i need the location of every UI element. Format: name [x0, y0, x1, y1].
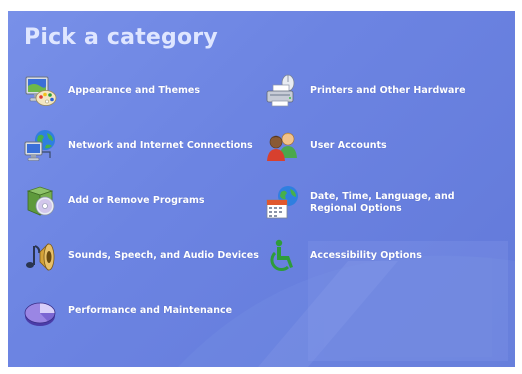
- add-remove-programs-icon: [22, 183, 58, 219]
- accessibility-icon: [264, 238, 300, 274]
- category-label: Performance and Maintenance: [68, 305, 233, 316]
- category-network-internet[interactable]: Network and Internet Connections: [22, 128, 253, 164]
- category-accessibility[interactable]: Accessibility Options: [264, 238, 422, 274]
- category-label: Date, Time, Language, and Regional Optio…: [310, 191, 455, 214]
- category-performance-maintenance[interactable]: Performance and Maintenance: [22, 293, 232, 329]
- category-label: User Accounts: [310, 140, 387, 151]
- network-internet-icon: [22, 128, 58, 164]
- category-label: Printers and Other Hardware: [310, 85, 466, 96]
- page-title: Pick a category: [24, 25, 218, 50]
- category-label: Sounds, Speech, and Audio Devices: [68, 250, 259, 261]
- category-label: Accessibility Options: [310, 250, 422, 261]
- category-user-accounts[interactable]: User Accounts: [264, 128, 387, 164]
- printers-hardware-icon: [264, 73, 300, 109]
- category-panel: Pick a category Appearance and Themes Ne…: [8, 11, 515, 367]
- user-accounts-icon: [264, 128, 300, 164]
- category-date-time-regional[interactable]: Date, Time, Language, and Regional Optio…: [264, 185, 500, 221]
- date-time-regional-icon: [264, 185, 300, 221]
- category-add-remove-programs[interactable]: Add or Remove Programs: [22, 183, 205, 219]
- appearance-themes-icon: [22, 73, 58, 109]
- category-appearance-themes[interactable]: Appearance and Themes: [22, 73, 200, 109]
- category-printers-hardware[interactable]: Printers and Other Hardware: [264, 73, 466, 109]
- category-label: Appearance and Themes: [68, 85, 201, 96]
- category-sounds-audio[interactable]: Sounds, Speech, and Audio Devices: [22, 238, 259, 274]
- performance-maintenance-icon: [22, 293, 58, 329]
- sounds-audio-icon: [22, 238, 58, 274]
- category-label: Network and Internet Connections: [68, 140, 253, 151]
- category-label: Add or Remove Programs: [68, 195, 205, 206]
